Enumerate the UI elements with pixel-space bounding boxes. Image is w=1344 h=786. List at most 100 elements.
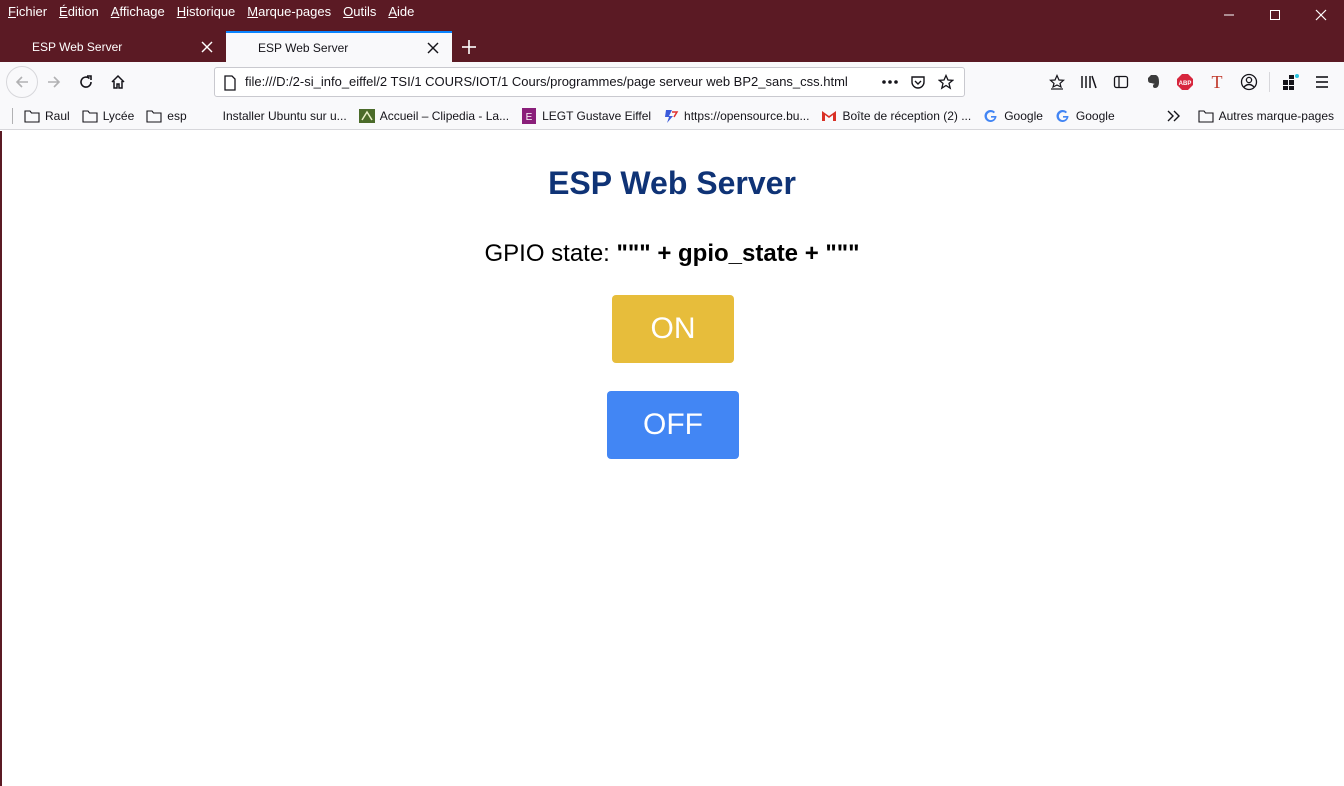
- tab-1[interactable]: ESP Web Server: [0, 31, 226, 62]
- star-icon: [938, 74, 954, 90]
- library-icon: [1081, 75, 1097, 89]
- menu-bookmarks[interactable]: Marque-pages: [241, 1, 337, 23]
- extensions-icon: [1283, 74, 1299, 90]
- bookmark-label: Accueil – Clipedia - La...: [379, 108, 510, 123]
- evernote-extension-button[interactable]: [1137, 66, 1169, 98]
- text-extension-button[interactable]: T: [1201, 66, 1233, 98]
- window-left-border: [0, 131, 2, 786]
- bookmark-label: esp: [167, 108, 187, 123]
- pocket-button[interactable]: [904, 70, 932, 94]
- gpio-state-value: """ + gpio_state + """: [616, 240, 860, 267]
- bookmark-label: Google: [1075, 108, 1115, 123]
- tab-close-icon[interactable]: [426, 41, 440, 55]
- new-tab-button[interactable]: [452, 31, 486, 62]
- bookmark-label: Autres marque-pages: [1218, 109, 1334, 123]
- bookmarks-toolbar: Raul Lycée esp Installer Ubuntu sur u...…: [0, 102, 1344, 130]
- bookmark-label: https://opensource.bu...: [684, 108, 810, 123]
- address-bar[interactable]: file:///D:/2-si_info_eiffel/2 TSI/1 COUR…: [214, 67, 965, 97]
- reload-button[interactable]: [70, 66, 102, 98]
- account-button[interactable]: [1233, 66, 1265, 98]
- menu-edit[interactable]: Édition: [53, 1, 105, 23]
- t-letter-icon: T: [1212, 73, 1223, 91]
- chevron-double-right-icon: [1167, 110, 1180, 122]
- maximize-icon: [1270, 10, 1280, 20]
- bookmark-folder-raul[interactable]: Raul: [18, 105, 76, 127]
- eiffel-icon: E: [521, 107, 537, 124]
- page-actions-button[interactable]: [876, 70, 904, 94]
- opensource-icon: [663, 108, 679, 124]
- minimize-button[interactable]: [1206, 0, 1252, 30]
- bookmarks-overflow-area: Autres marque-pages: [1160, 105, 1340, 127]
- page-content: ESP Web Server GPIO state: """ + gpio_st…: [0, 131, 1344, 786]
- bookmark-star-button[interactable]: [932, 70, 960, 94]
- folder-icon: [1198, 108, 1214, 124]
- library-button[interactable]: [1073, 66, 1105, 98]
- window-controls: [1206, 0, 1344, 30]
- adblock-icon: ABP: [1177, 74, 1193, 90]
- star-list-icon: [1049, 74, 1065, 90]
- pocket-icon: [911, 76, 925, 89]
- bookmark-label: Installer Ubuntu sur u...: [222, 108, 347, 123]
- menu-help[interactable]: Aide: [382, 1, 420, 23]
- clipedia-icon: [358, 108, 375, 124]
- folder-icon: [24, 108, 40, 124]
- navigation-toolbar: file:///D:/2-si_info_eiffel/2 TSI/1 COUR…: [0, 62, 1344, 102]
- menu-view[interactable]: Affichage: [105, 1, 171, 23]
- toolbar-divider: [1269, 72, 1270, 92]
- toolbar-extensions: ABP T: [1041, 66, 1338, 98]
- tab-close-icon[interactable]: [200, 40, 214, 54]
- forward-button[interactable]: [38, 66, 70, 98]
- tab-2-active[interactable]: ESP Web Server: [226, 31, 452, 62]
- bookmark-opensource[interactable]: https://opensource.bu...: [657, 105, 815, 127]
- menu-bar: Fichier Édition Affichage Historique Mar…: [0, 0, 420, 24]
- bookmarks-overflow-button[interactable]: [1160, 105, 1188, 127]
- more-dots-icon: [882, 80, 898, 84]
- sidebar-button[interactable]: [1105, 66, 1137, 98]
- bookmark-google-2[interactable]: Google: [1049, 105, 1121, 127]
- menu-history[interactable]: Historique: [171, 1, 242, 23]
- app-menu-button[interactable]: [1306, 66, 1338, 98]
- svg-text:E: E: [526, 112, 533, 123]
- home-button[interactable]: [102, 66, 134, 98]
- bookmarks-divider: [12, 107, 13, 124]
- bookmark-clipedia[interactable]: Accueil – Clipedia - La...: [353, 105, 515, 127]
- page-icon: [224, 75, 236, 91]
- adblock-plus-button[interactable]: ABP: [1169, 66, 1201, 98]
- svg-text:ABP: ABP: [1179, 81, 1192, 87]
- bookmark-installer-ubuntu[interactable]: Installer Ubuntu sur u...: [217, 105, 353, 127]
- extensions-button[interactable]: [1274, 66, 1306, 98]
- bookmark-label: LEGT Gustave Eiffel: [542, 108, 652, 123]
- url-text[interactable]: file:///D:/2-si_info_eiffel/2 TSI/1 COUR…: [245, 74, 848, 89]
- maximize-button[interactable]: [1252, 0, 1298, 30]
- tab-title: ESP Web Server: [32, 39, 123, 54]
- home-icon: [111, 74, 125, 89]
- on-button[interactable]: ON: [612, 295, 734, 363]
- gpio-state-line: GPIO state: """ + gpio_state + """: [0, 240, 1344, 268]
- bookmark-gmail[interactable]: Boîte de réception (2) ...: [815, 105, 977, 127]
- menu-tools[interactable]: Outils: [337, 1, 382, 23]
- arrow-right-icon: [48, 76, 61, 88]
- bookmark-folder-other[interactable]: Autres marque-pages: [1192, 105, 1340, 127]
- address-bar-actions: [876, 70, 960, 94]
- bookmark-legt-eiffel[interactable]: E LEGT Gustave Eiffel: [515, 105, 657, 127]
- google-icon: [1055, 108, 1071, 124]
- evernote-icon: [1148, 75, 1159, 88]
- back-button[interactable]: [6, 66, 38, 98]
- bookmark-google-1[interactable]: Google: [977, 105, 1049, 127]
- menu-file[interactable]: Fichier: [2, 1, 53, 23]
- close-window-button[interactable]: [1298, 0, 1344, 30]
- bookmark-label: Lycée: [102, 108, 135, 123]
- bookmark-label: Google: [1004, 108, 1043, 123]
- bookmark-folder-esp[interactable]: esp: [140, 105, 192, 127]
- read-later-button[interactable]: [1041, 66, 1073, 98]
- arrow-left-icon: [15, 76, 28, 88]
- tab-strip: ESP Web Server ESP Web Server: [0, 31, 486, 62]
- plus-icon: [462, 39, 476, 54]
- close-icon: [1315, 9, 1327, 21]
- bookmark-label: Boîte de réception (2) ...: [842, 108, 972, 123]
- google-icon: [983, 108, 999, 124]
- off-button[interactable]: OFF: [607, 391, 739, 459]
- bookmark-folder-lycee[interactable]: Lycée: [76, 105, 141, 127]
- account-icon: [1240, 73, 1258, 91]
- tab-title: ESP Web Server: [258, 40, 349, 55]
